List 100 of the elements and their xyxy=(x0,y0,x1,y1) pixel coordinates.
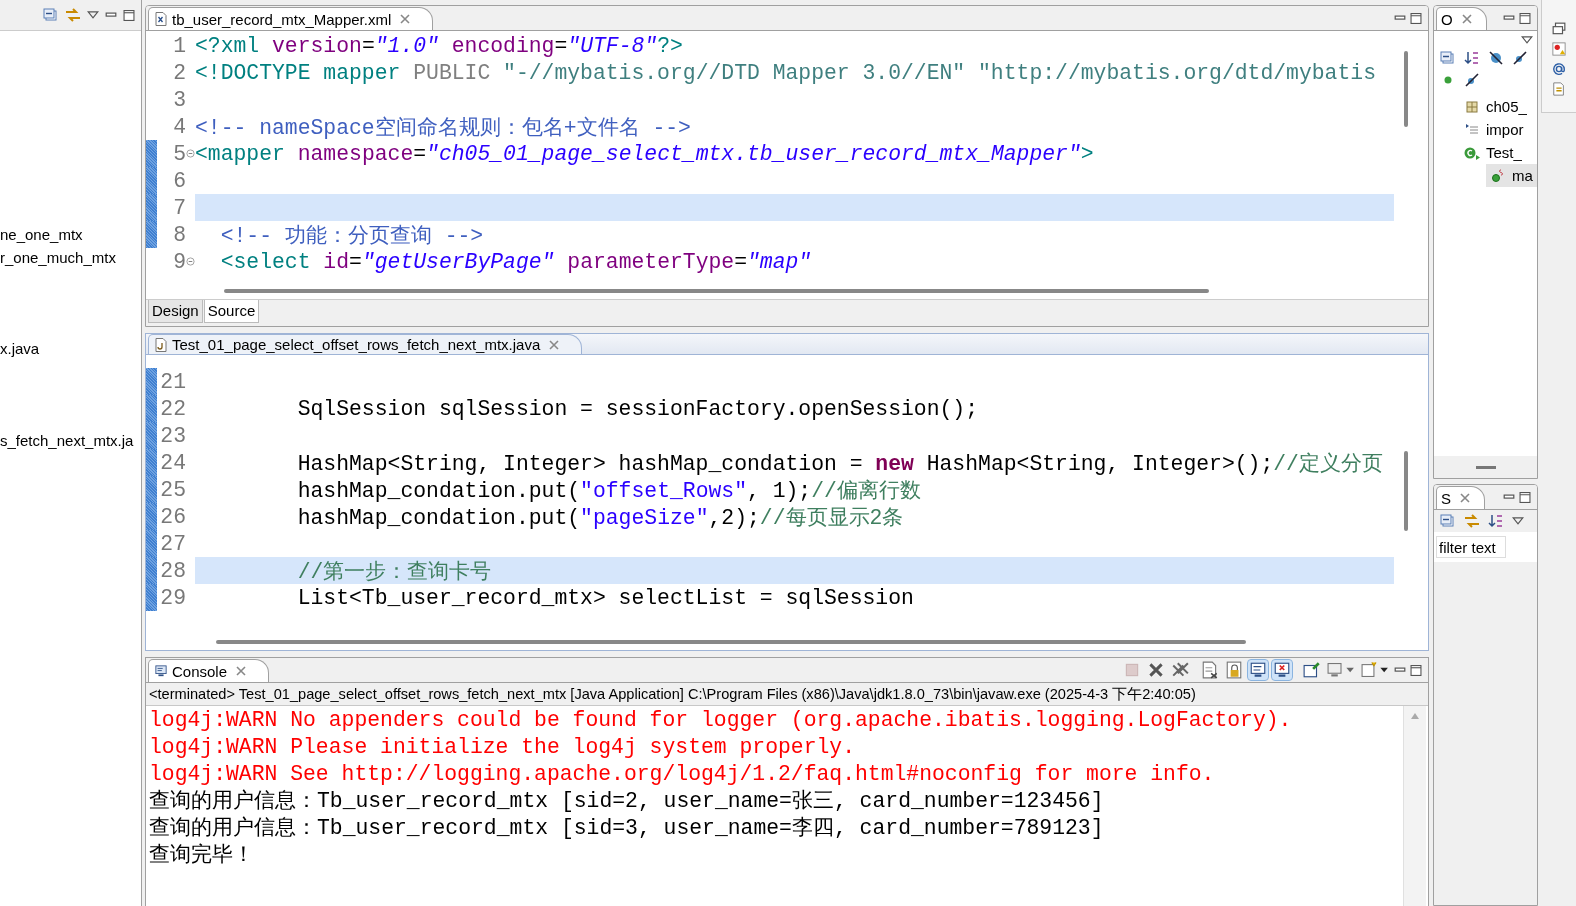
sort-icon[interactable] xyxy=(1488,513,1504,529)
close-icon[interactable] xyxy=(400,14,411,24)
close-icon[interactable] xyxy=(236,666,247,676)
maximize-icon[interactable] xyxy=(1519,491,1531,503)
imports-icon xyxy=(1464,122,1480,137)
pin-icon[interactable] xyxy=(1302,660,1322,680)
console-tab[interactable]: Console xyxy=(148,659,270,682)
xml-file-icon xyxy=(155,12,167,26)
hide-static-icon[interactable] xyxy=(1512,50,1528,66)
collapse-all-icon[interactable] xyxy=(1440,513,1456,529)
outline-item[interactable]: Test_ xyxy=(1434,141,1537,164)
scrollbar-thumb[interactable] xyxy=(216,640,1246,644)
line-number: 5 xyxy=(172,141,186,166)
code-line: hashMap_condation.put("offset_Rows", 1);//偏离行数 xyxy=(296,478,921,504)
line-number: 28 xyxy=(159,558,186,583)
line-number: 23 xyxy=(159,423,186,448)
scrollbar-thumb[interactable] xyxy=(1404,451,1408,531)
line-number: 22 xyxy=(159,396,186,421)
code-line: SqlSession sqlSession = sessionFactory.openSession(); xyxy=(296,396,979,421)
maximize-icon[interactable] xyxy=(1519,12,1531,24)
java-file-icon xyxy=(155,337,167,352)
collapse-all-icon[interactable] xyxy=(1440,50,1456,66)
process-label: <terminated> Test_01_page_select_offset_rows_fetch_next_mtx [Java Application] C:\Program Files (x86)\Java\jdk1.8.0_73\bin\javaw.exe (2025-4-3 下午2:40:05) xyxy=(146,683,1428,706)
code-line: HashMap<String, Integer> hashMap_condation = new HashMap<String, Integer>();//定义分页 xyxy=(296,451,1383,477)
console-error-icon[interactable] xyxy=(1272,660,1292,680)
line-number: 2 xyxy=(172,60,186,85)
document-icon[interactable] xyxy=(1552,82,1566,96)
class-icon xyxy=(1464,145,1480,160)
editor-tab[interactable]: tb_user_record_mtx_Mapper.xml xyxy=(148,7,434,30)
sort-icon[interactable] xyxy=(1464,50,1480,66)
close-icon[interactable] xyxy=(1461,14,1472,24)
code-line: <!-- nameSpace空间命名规则：包名+文件名 --> xyxy=(195,115,691,141)
close-icon[interactable] xyxy=(549,339,560,350)
console-line: log4j:WARN See http://logging.apache.org/log4j/1.2/faq.html#noconfig for more info. xyxy=(149,761,1216,788)
console-line: log4j:WARN No appenders could be found for logger (org.apache.ibatis.logging.LogFactory). xyxy=(149,707,1293,734)
close-icon[interactable] xyxy=(1460,493,1470,503)
code-line: <?xml version="1.0" encoding="UTF-8"?> xyxy=(195,33,683,58)
scrollbar-thumb[interactable] xyxy=(224,289,1209,293)
link-arrows-icon[interactable] xyxy=(65,7,81,23)
code-line: <!DOCTYPE mapper PUBLIC "-//mybatis.org//DTD Mapper 3.0//EN" "http://mybatis.org/dtd/mybatis xyxy=(195,60,1376,85)
code-line: <select id="getUserByPage" parameterType="map" xyxy=(219,249,812,274)
sash-handle[interactable] xyxy=(1475,465,1496,469)
hide-local-icon[interactable] xyxy=(1464,72,1480,88)
fold-icon[interactable] xyxy=(186,257,195,266)
editor-tab[interactable]: Test_01_page_select_offset_rows_fetch_next_mtx.java xyxy=(148,334,583,354)
view-tab[interactable]: S xyxy=(1436,486,1485,509)
code-line: <!-- 功能：分页查询 --> xyxy=(219,223,484,249)
line-number: 9 xyxy=(172,249,186,274)
code-line: <mapper namespace="ch05_01_page_select_mtx.tb_user_record_mtx_Mapper"> xyxy=(195,141,1094,166)
view-menu-icon[interactable] xyxy=(1521,34,1533,46)
console-line: log4j:WARN Please initialize the log4j system properly. xyxy=(149,734,856,761)
line-number: 4 xyxy=(172,114,186,139)
hide-fields-icon[interactable] xyxy=(1488,50,1504,66)
problems-icon[interactable] xyxy=(1552,42,1566,56)
maximize-icon[interactable] xyxy=(1410,12,1422,24)
outline-item[interactable]: ch05_ xyxy=(1434,95,1537,118)
outline-item[interactable]: ma xyxy=(1486,164,1537,187)
line-number: 3 xyxy=(172,87,186,112)
line-number: 27 xyxy=(159,531,186,556)
line-number: 26 xyxy=(159,504,186,529)
code-line: //第一步：查询卡号 xyxy=(296,559,492,585)
new-console-icon[interactable] xyxy=(1360,660,1390,680)
page-tab[interactable]: Source xyxy=(203,300,260,323)
tree-item[interactable]: s_fetch_next_mtx.ja xyxy=(0,429,141,452)
view-menu-icon[interactable] xyxy=(1512,515,1524,527)
filter-field[interactable]: filter text xyxy=(1436,536,1506,558)
maximize-icon[interactable] xyxy=(123,9,135,21)
code-line: List<Tb_user_record_mtx> selectList = sqlSession xyxy=(296,585,914,610)
at-sign-icon[interactable] xyxy=(1552,62,1566,76)
console-line: 查询的用户信息：Tb_user_record_mtx [sid=3, user_name=李四, card_number=789123] xyxy=(149,815,1105,842)
lock-icon[interactable] xyxy=(1224,660,1244,680)
outline-tab[interactable]: O xyxy=(1436,7,1487,30)
console-output-icon[interactable] xyxy=(1248,660,1268,680)
page-tab[interactable]: Design xyxy=(148,300,203,323)
tree-item[interactable]: ne_one_mtx xyxy=(0,223,141,246)
line-number: 25 xyxy=(159,477,186,502)
monitor-icon xyxy=(155,664,167,678)
remove-icon[interactable] xyxy=(1146,660,1166,680)
maximize-icon[interactable] xyxy=(1410,664,1422,676)
line-number: 29 xyxy=(159,585,186,610)
scrollbar-thumb[interactable] xyxy=(1404,51,1408,127)
tree-item[interactable]: x.java xyxy=(0,337,141,360)
link-arrows-icon[interactable] xyxy=(1464,513,1480,529)
collapse-all-icon[interactable] xyxy=(43,7,59,23)
console-line: 查询完毕！ xyxy=(149,842,255,869)
clear-console-icon[interactable] xyxy=(1200,660,1220,680)
console-line: 查询的用户信息：Tb_user_record_mtx [sid=2, user_name=张三, card_number=123456] xyxy=(149,788,1105,815)
outline-item[interactable]: impor xyxy=(1434,118,1537,141)
code-line: hashMap_condation.put("pageSize",2);//每页显示2条 xyxy=(296,505,904,531)
fold-icon[interactable] xyxy=(186,149,195,158)
line-number: 8 xyxy=(172,222,186,247)
line-number: 24 xyxy=(159,450,186,475)
line-number: 7 xyxy=(172,195,186,220)
restore-icon[interactable] xyxy=(1552,22,1566,36)
line-number: 1 xyxy=(172,33,186,58)
line-number: 21 xyxy=(159,369,186,394)
view-menu-icon[interactable] xyxy=(87,9,99,21)
method-icon xyxy=(1490,168,1506,183)
tree-item[interactable]: r_one_much_mtx xyxy=(0,246,141,269)
package-icon xyxy=(1464,99,1480,114)
